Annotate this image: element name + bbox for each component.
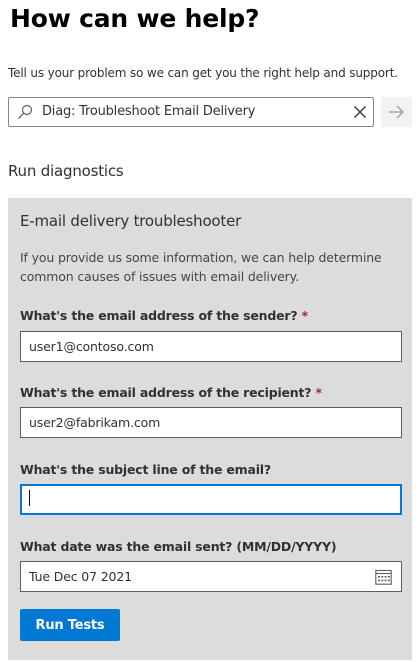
run-tests-button[interactable]: Run Tests (20, 609, 120, 641)
troubleshooter-description: If you provide us some information, we c… (20, 250, 382, 284)
page-title: How can we help? (10, 4, 260, 33)
text-caret (29, 490, 30, 506)
troubleshooter-panel: E-mail delivery troubleshooter If you pr… (8, 198, 412, 660)
help-page: How can we help? Tell us your problem so… (0, 0, 420, 662)
search-input[interactable]: Diag: Troubleshoot Email Delivery (42, 104, 255, 119)
clear-icon[interactable] (353, 105, 367, 119)
recipient-email-input[interactable] (20, 407, 402, 438)
subject-label: What's the subject line of the email? (20, 462, 271, 477)
recipient-label-text: What's the email address of the recipien… (20, 385, 312, 400)
troubleshooter-title: E-mail delivery troubleshooter (20, 212, 242, 230)
required-mark: * (301, 308, 309, 323)
sender-label: What's the email address of the sender? … (20, 308, 308, 323)
subject-input[interactable] (20, 484, 402, 515)
arrow-right-icon (389, 105, 404, 119)
recipient-label: What's the email address of the recipien… (20, 385, 322, 400)
section-title: Run diagnostics (8, 162, 124, 180)
sender-label-text: What's the email address of the sender? (20, 308, 298, 323)
sender-email-input[interactable] (20, 331, 402, 362)
calendar-icon[interactable] (375, 569, 392, 585)
search-icon (18, 104, 33, 119)
date-value: Tue Dec 07 2021 (29, 569, 132, 584)
search-submit-button[interactable] (381, 97, 412, 127)
date-picker[interactable]: Tue Dec 07 2021 (20, 561, 402, 592)
date-label: What date was the email sent? (MM/DD/YYY… (20, 539, 337, 554)
required-mark: * (315, 385, 323, 400)
page-subtitle: Tell us your problem so we can get you t… (8, 66, 398, 80)
search-box[interactable]: Diag: Troubleshoot Email Delivery (8, 97, 374, 127)
